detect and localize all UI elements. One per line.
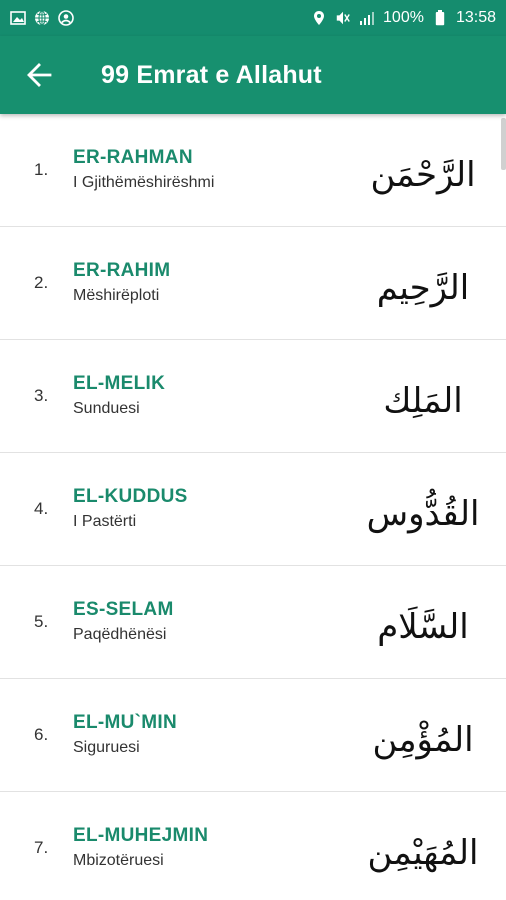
- list-item[interactable]: 1. ER-RAHMAN I Gjithëmëshirëshmi الرَّحْ…: [0, 114, 506, 227]
- list-item[interactable]: 4. EL-KUDDUS I Pastërti القُدُّوس: [0, 453, 506, 566]
- svg-text:الرَّحْمَن: الرَّحْمَن: [370, 155, 475, 195]
- battery-percent: 100%: [383, 9, 424, 26]
- list-item[interactable]: 2. ER-RAHIM Mëshirëploti الرَّحِيم: [0, 227, 506, 340]
- item-number: 1.: [34, 160, 49, 179]
- item-number: 7.: [34, 838, 49, 857]
- status-bar-right: 100% 13:58: [311, 9, 496, 27]
- globe-icon: [34, 10, 50, 26]
- item-name: ER-RAHIM: [73, 260, 171, 281]
- svg-text:المَلِك: المَلِك: [383, 381, 462, 421]
- list-item[interactable]: 6. EL-MU`MIN Siguruesi المُؤْمِن: [0, 679, 506, 792]
- signal-icon: [359, 10, 375, 26]
- svg-text:الرَّحِيم: الرَّحِيم: [377, 268, 469, 308]
- item-meaning: I Pastërti: [73, 513, 137, 530]
- svg-text:السَّلَام: السَّلَام: [377, 606, 468, 647]
- item-meaning: Siguruesi: [73, 739, 140, 756]
- app-bar: 99 Emrat e Allahut: [0, 36, 506, 114]
- item-number: 2.: [34, 273, 49, 292]
- item-meaning: Paqëdhënësi: [73, 626, 167, 643]
- item-name: EL-MU`MIN: [73, 712, 178, 733]
- item-number: 4.: [34, 499, 49, 518]
- page-title: 99 Emrat e Allahut: [101, 60, 322, 89]
- arabic-calligraphy: السَّلَام: [377, 606, 468, 647]
- arabic-calligraphy: المُهَيْمِن: [368, 833, 478, 873]
- svg-text:القُدُّوس: القُدُّوس: [368, 489, 478, 534]
- scrollbar[interactable]: [501, 118, 506, 170]
- image-icon: [10, 10, 26, 26]
- arrow-left-icon: [27, 63, 52, 87]
- clock: 13:58: [455, 9, 496, 26]
- arabic-calligraphy: القُدُّوس: [368, 489, 478, 534]
- item-name: EL-KUDDUS: [73, 486, 188, 507]
- mute-icon: [335, 10, 351, 26]
- arabic-calligraphy: الرَّحْمَن: [370, 155, 475, 195]
- location-icon: [311, 10, 327, 26]
- item-name: EL-MUHEJMIN: [73, 825, 209, 846]
- item-number: 3.: [34, 386, 49, 405]
- back-button[interactable]: [13, 49, 65, 101]
- svg-text:المُؤْمِن: المُؤْمِن: [372, 719, 473, 760]
- battery-icon: [432, 10, 448, 26]
- item-number: 5.: [34, 612, 49, 631]
- item-number: 6.: [34, 725, 49, 744]
- item-name: ES-SELAM: [73, 599, 174, 620]
- account-icon: [58, 10, 74, 26]
- arabic-calligraphy: الرَّحِيم: [377, 268, 469, 308]
- item-name: ER-RAHMAN: [73, 147, 193, 168]
- arabic-calligraphy: المُؤْمِن: [372, 719, 473, 760]
- svg-text:المُهَيْمِن: المُهَيْمِن: [368, 833, 478, 873]
- list-item[interactable]: 5. ES-SELAM Paqëdhënësi السَّلَام: [0, 566, 506, 679]
- item-meaning: Sunduesi: [73, 400, 140, 417]
- list-item[interactable]: 3. EL-MELIK Sunduesi المَلِك: [0, 340, 506, 453]
- item-name: EL-MELIK: [73, 373, 166, 394]
- item-meaning: I Gjithëmëshirëshmi: [73, 174, 215, 191]
- names-list[interactable]: 1. ER-RAHMAN I Gjithëmëshirëshmi الرَّحْ…: [0, 114, 506, 900]
- status-bar-left: [10, 10, 74, 26]
- list-item[interactable]: 7. EL-MUHEJMIN Mbizotëruesi المُهَيْمِن: [0, 792, 506, 900]
- status-bar: 100% 13:58: [0, 0, 506, 36]
- item-meaning: Mbizotëruesi: [73, 852, 164, 869]
- arabic-calligraphy: المَلِك: [383, 381, 462, 421]
- item-meaning: Mëshirëploti: [73, 287, 160, 304]
